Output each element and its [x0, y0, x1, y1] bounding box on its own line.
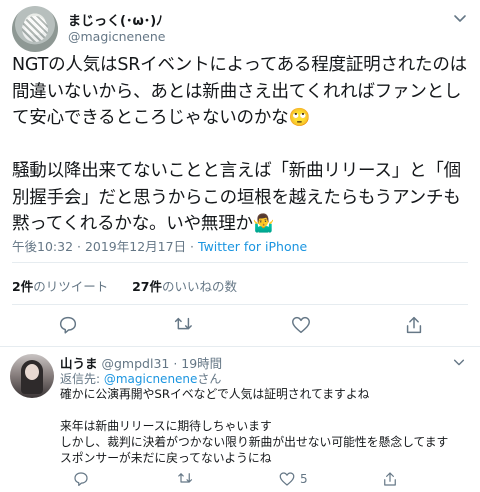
avatar[interactable]: [10, 354, 54, 398]
reply-tweet[interactable]: 山うま @gmpdl31 · 19時間 返信先: @magicneneneさん …: [0, 348, 480, 492]
likes-stat[interactable]: 27件のいいねの数: [132, 279, 237, 294]
tweet-meta: 午後10:32 · 2019年12月17日 · Twitter for iPho…: [12, 239, 308, 254]
divider: [12, 262, 468, 263]
reply-icon[interactable]: [57, 314, 79, 336]
display-name[interactable]: まじっく(･ω･)ﾉ: [68, 10, 163, 29]
tweet-text: NGTの人気はSRイベントによってある程度証明されたのは間違いないから、あとは新…: [12, 55, 467, 234]
chevron-down-icon[interactable]: [452, 354, 466, 368]
avatar-face: [25, 364, 39, 380]
tweet-time[interactable]: 午後10:32: [12, 239, 73, 254]
reply-age[interactable]: 19時間: [181, 356, 222, 371]
likes-label: のいいねの数: [161, 279, 237, 294]
retweet-icon[interactable]: [171, 314, 193, 336]
share-icon[interactable]: [403, 314, 425, 336]
replying-suffix: さん: [197, 372, 222, 386]
replying-mention[interactable]: @magicnenene: [104, 372, 198, 386]
share-icon[interactable]: [381, 470, 399, 488]
tweet-date[interactable]: 2019年12月17日: [85, 239, 186, 254]
avatar-pattern: [22, 16, 48, 42]
engagement-stats: 2件のリツイート 27件のいいねの数: [12, 276, 237, 295]
avatar[interactable]: [12, 6, 58, 52]
like-count: 5: [300, 472, 308, 486]
likes-count: 27件: [132, 279, 162, 294]
heart-icon[interactable]: [290, 314, 312, 336]
retweets-label: のリツイート: [33, 279, 109, 294]
separator: ·: [169, 356, 182, 371]
display-name[interactable]: 山うま: [60, 356, 98, 371]
reply-icon[interactable]: [72, 470, 90, 488]
user-handle[interactable]: @magicnenene: [68, 29, 165, 44]
chevron-down-icon[interactable]: [452, 10, 468, 26]
replying-prefix: 返信先:: [60, 372, 104, 386]
reply-text: 確かに公演再開やSRイベなどで人気は証明されてますよね 来年は新曲リリースに期待…: [60, 387, 449, 465]
retweets-stat[interactable]: 2件のリツイート: [12, 279, 108, 294]
retweets-count: 2件: [12, 279, 34, 294]
heart-icon[interactable]: [278, 470, 296, 488]
user-handle[interactable]: @gmpdl31: [102, 356, 170, 371]
replying-to: 返信先: @magicneneneさん: [60, 370, 221, 387]
divider: [12, 304, 468, 305]
retweet-icon[interactable]: [175, 470, 193, 488]
main-tweet: まじっく(･ω･)ﾉ @magicnenene NGTの人気はSRイベントによっ…: [0, 0, 480, 347]
source-app-link[interactable]: Twitter for iPhone: [198, 239, 307, 254]
